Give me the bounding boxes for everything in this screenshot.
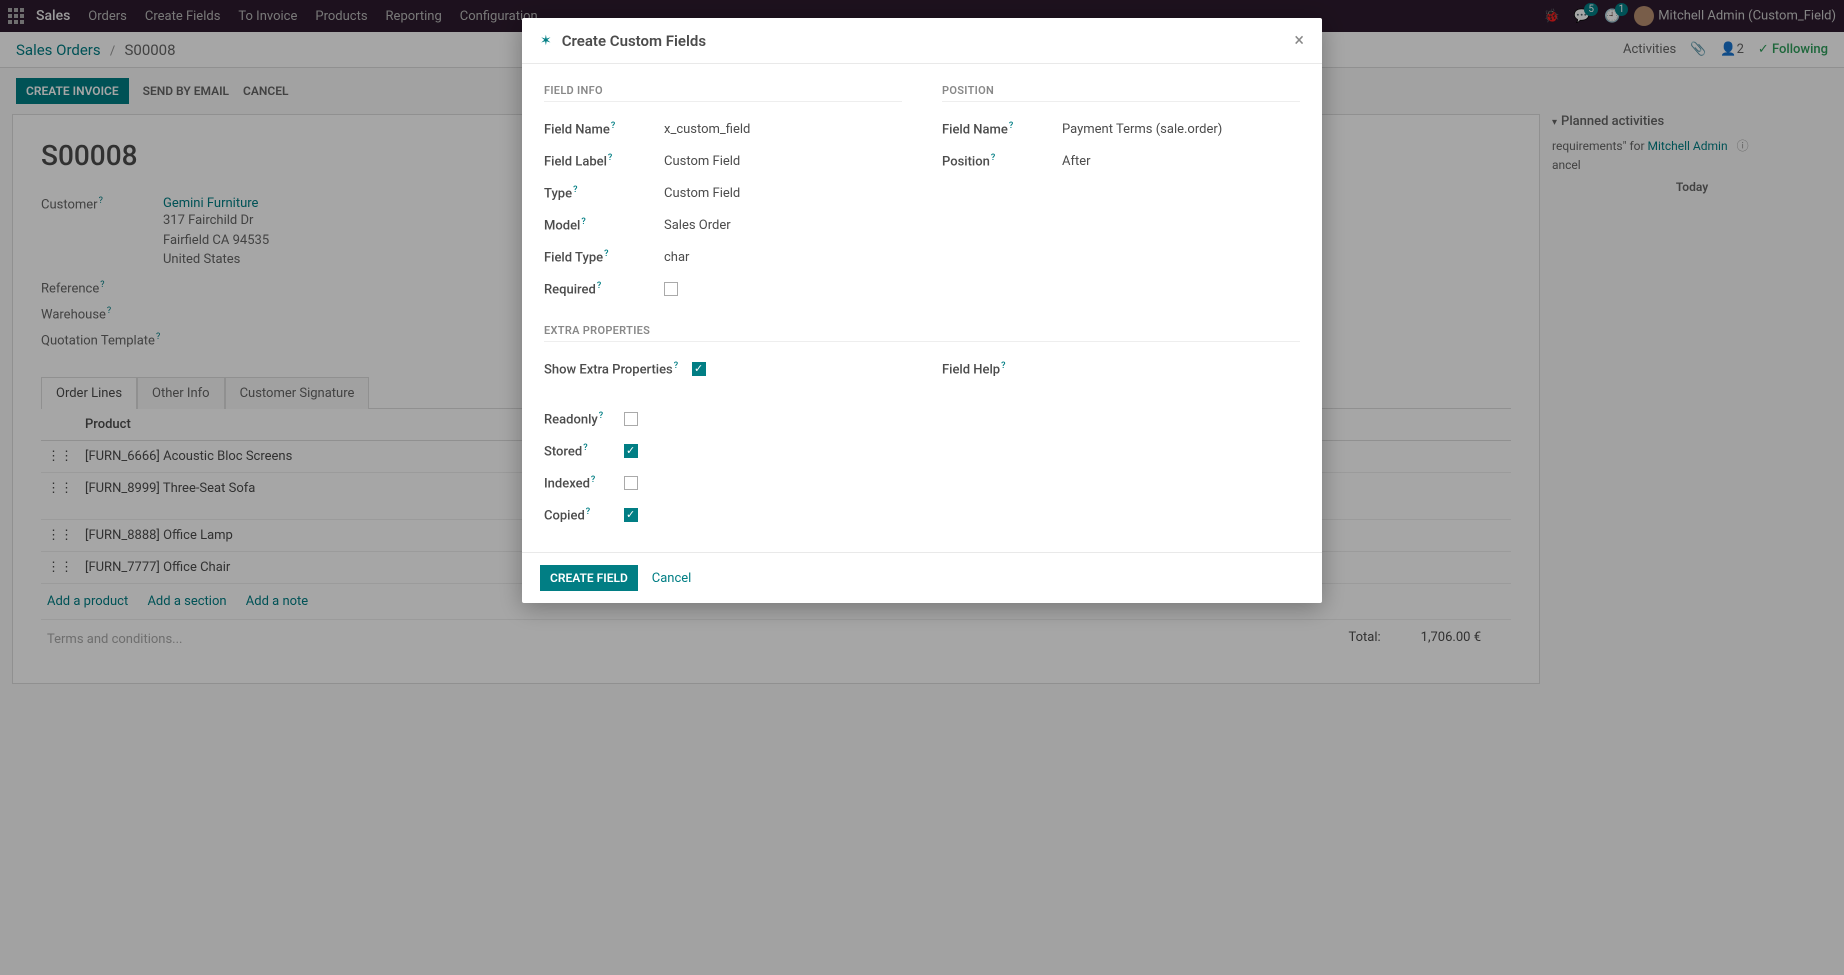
- help-icon[interactable]: ?: [573, 185, 577, 195]
- section-extra: EXTRA PROPERTIES: [544, 324, 1300, 342]
- help-icon[interactable]: ?: [591, 475, 595, 485]
- close-icon[interactable]: ×: [1294, 30, 1304, 51]
- help-icon[interactable]: ?: [611, 121, 615, 131]
- help-icon[interactable]: ?: [604, 249, 608, 259]
- create-field-button[interactable]: CREATE FIELD: [540, 565, 638, 591]
- help-icon[interactable]: ?: [674, 361, 678, 371]
- help-icon[interactable]: ?: [608, 153, 612, 163]
- checkbox-show-extra[interactable]: [692, 362, 706, 376]
- modal-overlay: ✶ Create Custom Fields × FIELD INFO Fiel…: [0, 0, 1844, 975]
- label-indexed: Indexed: [544, 476, 590, 491]
- section-position: POSITION: [942, 84, 1300, 102]
- label-stored: Stored: [544, 444, 582, 459]
- label-model: Model: [544, 218, 580, 233]
- label-copied: Copied: [544, 508, 585, 523]
- label-position: Position: [942, 154, 990, 169]
- input-pos-field-name[interactable]: Payment Terms (sale.order): [1062, 122, 1222, 137]
- help-icon[interactable]: ?: [599, 411, 603, 421]
- help-icon[interactable]: ?: [597, 281, 601, 291]
- input-position[interactable]: After: [1062, 154, 1091, 169]
- label-pos-field-name: Field Name: [942, 122, 1008, 137]
- input-type[interactable]: Custom Field: [664, 186, 740, 201]
- section-field-info: FIELD INFO: [544, 84, 902, 102]
- checkbox-readonly[interactable]: [624, 412, 638, 426]
- label-required: Required: [544, 282, 596, 297]
- label-show-extra: Show Extra Properties: [544, 362, 673, 377]
- checkbox-required[interactable]: [664, 282, 678, 296]
- help-icon[interactable]: ?: [586, 507, 590, 517]
- label-field-label: Field Label: [544, 154, 607, 169]
- help-icon[interactable]: ?: [583, 443, 587, 453]
- label-field-name: Field Name: [544, 122, 610, 137]
- help-icon[interactable]: ?: [1009, 121, 1013, 131]
- label-readonly: Readonly: [544, 412, 598, 427]
- input-field-type[interactable]: char: [664, 250, 689, 265]
- modal-title: Create Custom Fields: [562, 32, 706, 50]
- help-icon[interactable]: ?: [581, 217, 585, 227]
- input-model[interactable]: Sales Order: [664, 218, 731, 233]
- input-field-name[interactable]: x_custom_field: [664, 122, 750, 137]
- help-icon[interactable]: ?: [991, 153, 995, 163]
- checkbox-stored[interactable]: [624, 444, 638, 458]
- bug-icon: ✶: [540, 33, 552, 49]
- modal-cancel-button[interactable]: Cancel: [652, 571, 692, 586]
- create-custom-fields-modal: ✶ Create Custom Fields × FIELD INFO Fiel…: [522, 18, 1322, 603]
- label-field-type: Field Type: [544, 250, 603, 265]
- checkbox-copied[interactable]: [624, 508, 638, 522]
- help-icon[interactable]: ?: [1001, 361, 1005, 371]
- input-field-label[interactable]: Custom Field: [664, 154, 740, 169]
- label-type: Type: [544, 186, 572, 201]
- label-field-help: Field Help: [942, 362, 1000, 377]
- checkbox-indexed[interactable]: [624, 476, 638, 490]
